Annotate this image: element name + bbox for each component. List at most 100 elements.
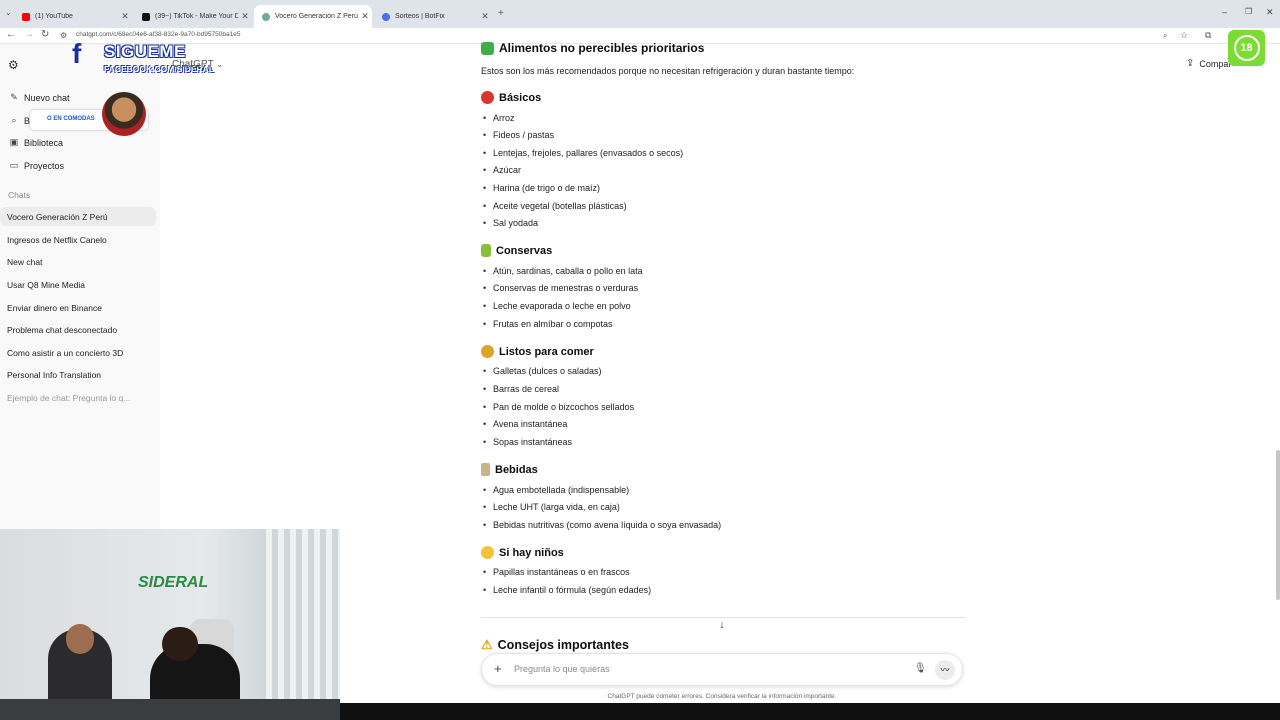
share-button[interactable]: ⇪ Compar bbox=[1186, 58, 1231, 69]
bookmark-star-icon[interactable]: ☆ bbox=[1180, 30, 1188, 41]
chats-section-label: Chats bbox=[8, 190, 31, 200]
model-name: ChatGPT bbox=[172, 59, 214, 70]
chat-item[interactable]: New chat bbox=[0, 252, 156, 271]
restore-icon[interactable]: ❐ bbox=[1245, 7, 1252, 16]
list-item: Sopas instantáneas bbox=[483, 437, 572, 447]
browser-tab-bar: ⌄ (1) YouTube ✕ (39~) TikTok - Make Your… bbox=[0, 0, 1280, 28]
nav-label: Nuevo chat bbox=[24, 92, 70, 103]
microphone-icon[interactable]: 🎙 bbox=[914, 663, 927, 674]
list-item: Azúcar bbox=[483, 165, 521, 175]
desk bbox=[0, 699, 340, 720]
site-info-icon[interactable]: ⚙ bbox=[60, 31, 67, 40]
check-icon bbox=[481, 41, 494, 55]
list-item: Frutas en almíbar o compotas bbox=[483, 319, 613, 329]
list-item: Papillas instantáneas o en frascos bbox=[483, 567, 630, 577]
list-item: Leche UHT (larga vida, en caja) bbox=[483, 502, 620, 512]
extensions-icon[interactable]: ⧉ bbox=[1205, 30, 1211, 41]
group-heading-conservas: Conservas bbox=[481, 244, 552, 257]
divider bbox=[481, 617, 966, 618]
arrow-down-icon: ↓ bbox=[719, 619, 725, 631]
waveform-icon: 〰 bbox=[940, 665, 950, 675]
chat-item[interactable]: Enviar dinero en Binance bbox=[0, 298, 156, 317]
chat-item[interactable]: Ingresos de Netflix Canelo bbox=[0, 230, 156, 249]
browser-tab[interactable]: Sorteos | BotFix ✕ bbox=[374, 5, 492, 28]
close-window-icon[interactable]: ✕ bbox=[1266, 7, 1274, 18]
library-icon: ▣ bbox=[9, 137, 19, 147]
folder-icon: ▭ bbox=[9, 160, 19, 170]
plus-icon[interactable]: + bbox=[498, 8, 504, 19]
url-field[interactable]: chatgpt.com/c/68ec04e6-af38-832e-9a70-bd… bbox=[76, 31, 240, 38]
reload-icon[interactable]: ↻ bbox=[41, 29, 49, 40]
bottle-icon bbox=[481, 463, 490, 476]
composer: + 🎙 〰 bbox=[481, 653, 963, 686]
promo-text: O EN COMODAS bbox=[47, 116, 95, 122]
red-circle-icon bbox=[481, 91, 494, 104]
chat-item[interactable]: Como asistir a un concierto 3D bbox=[0, 343, 156, 362]
scroll-down-button[interactable]: ↓ bbox=[713, 619, 731, 637]
close-tab-icon[interactable]: ✕ bbox=[118, 11, 132, 22]
age-rating-badge: 18 bbox=[1228, 30, 1265, 66]
browser-tab[interactable]: (39~) TikTok - Make Your Day ✕ bbox=[134, 5, 252, 28]
cookie-icon bbox=[481, 345, 494, 358]
back-icon[interactable]: ← bbox=[6, 29, 16, 40]
tab-title: Vocero Generación Z Perú bbox=[275, 13, 358, 20]
model-selector[interactable]: ChatGPT ⌄ bbox=[172, 59, 223, 70]
group-title: Si hay niños bbox=[499, 546, 564, 559]
projects-button[interactable]: ▭ Proyectos bbox=[8, 160, 64, 171]
share-label: Compar bbox=[1199, 58, 1232, 69]
warning-icon: ⚠ bbox=[481, 637, 493, 652]
list-item: Avena instantánea bbox=[483, 419, 567, 429]
prompt-input[interactable] bbox=[514, 664, 894, 674]
group-heading-basicos: Básicos bbox=[481, 91, 541, 104]
webcam-feed: SIDERAL bbox=[0, 529, 340, 720]
group-title: Conservas bbox=[496, 244, 553, 257]
browser-tab[interactable]: (1) YouTube ✕ bbox=[14, 5, 132, 28]
share-icon: ⇪ bbox=[1186, 58, 1195, 69]
list-item: Leche infantil o fórmula (según edades) bbox=[483, 585, 651, 595]
chevron-down-icon: ⌄ bbox=[216, 60, 223, 69]
chat-item[interactable]: Problema chat desconectado bbox=[0, 320, 156, 339]
list-item: Aceite vegetal (botellas plásticas) bbox=[483, 201, 627, 211]
group-title: Básicos bbox=[499, 91, 542, 104]
tab-menu-icon[interactable]: ⌄ bbox=[5, 8, 12, 17]
close-tab-icon[interactable]: ✕ bbox=[358, 11, 372, 22]
youtube-icon bbox=[22, 12, 30, 21]
zoom-icon[interactable]: ⌕ bbox=[1163, 31, 1167, 41]
disclaimer-text: ChatGPT puede cometer errores. Considera… bbox=[607, 693, 837, 700]
age-rating-value: 18 bbox=[1233, 35, 1260, 61]
close-tab-icon[interactable]: ✕ bbox=[478, 11, 492, 22]
library-button[interactable]: ▣ Biblioteca bbox=[8, 137, 63, 148]
nav-label: Biblioteca bbox=[24, 137, 64, 148]
openai-logo-icon[interactable]: ⚙ bbox=[8, 58, 19, 72]
facebook-icon: f bbox=[72, 38, 82, 69]
chatgpt-icon bbox=[262, 12, 270, 21]
chat-item[interactable]: Usar Q8 Mine Media bbox=[0, 275, 156, 294]
list-item: Sal yodada bbox=[483, 218, 538, 228]
minimize-icon[interactable]: – bbox=[1222, 7, 1227, 17]
section-heading-text: Alimentos no perecibles prioritarios bbox=[499, 41, 705, 55]
baby-icon bbox=[481, 546, 494, 559]
group-heading-ninos: Si hay niños bbox=[481, 546, 564, 559]
chat-item[interactable]: Vocero Generación Z Perú bbox=[0, 207, 156, 226]
intro-text: Estos son los más recomendados porque no… bbox=[481, 66, 855, 76]
next-section-title: Consejos importantes bbox=[497, 638, 629, 652]
streamer-avatar bbox=[102, 92, 146, 136]
scrollbar[interactable] bbox=[1276, 450, 1280, 600]
browser-tab-active[interactable]: Vocero Generación Z Perú ✕ bbox=[254, 5, 372, 28]
list-item: Barras de cereal bbox=[483, 384, 559, 394]
chat-item[interactable]: Personal Info Translation bbox=[0, 365, 156, 384]
chat-item[interactable]: Ejemplo de chat: Pregunta lo q... bbox=[0, 388, 156, 407]
close-tab-icon[interactable]: ✕ bbox=[238, 11, 252, 22]
group-title: Listos para comer bbox=[499, 345, 594, 358]
list-item: Atún, sardinas, caballa o pollo en lata bbox=[483, 266, 643, 276]
nav-label: Proyectos bbox=[24, 160, 65, 171]
person-left-head bbox=[66, 624, 94, 654]
new-chat-button[interactable]: ✎ Nuevo chat bbox=[8, 92, 70, 103]
search-icon: ⌕ bbox=[11, 115, 17, 125]
list-item: Conservas de menestras o verduras bbox=[483, 283, 638, 293]
voice-mode-button[interactable]: 〰 bbox=[935, 660, 955, 680]
plus-icon[interactable]: + bbox=[494, 661, 502, 676]
forward-icon[interactable]: → bbox=[24, 29, 34, 40]
group-heading-listos: Listos para comer bbox=[481, 345, 594, 358]
wall-neon-logo: SIDERAL bbox=[138, 574, 220, 616]
